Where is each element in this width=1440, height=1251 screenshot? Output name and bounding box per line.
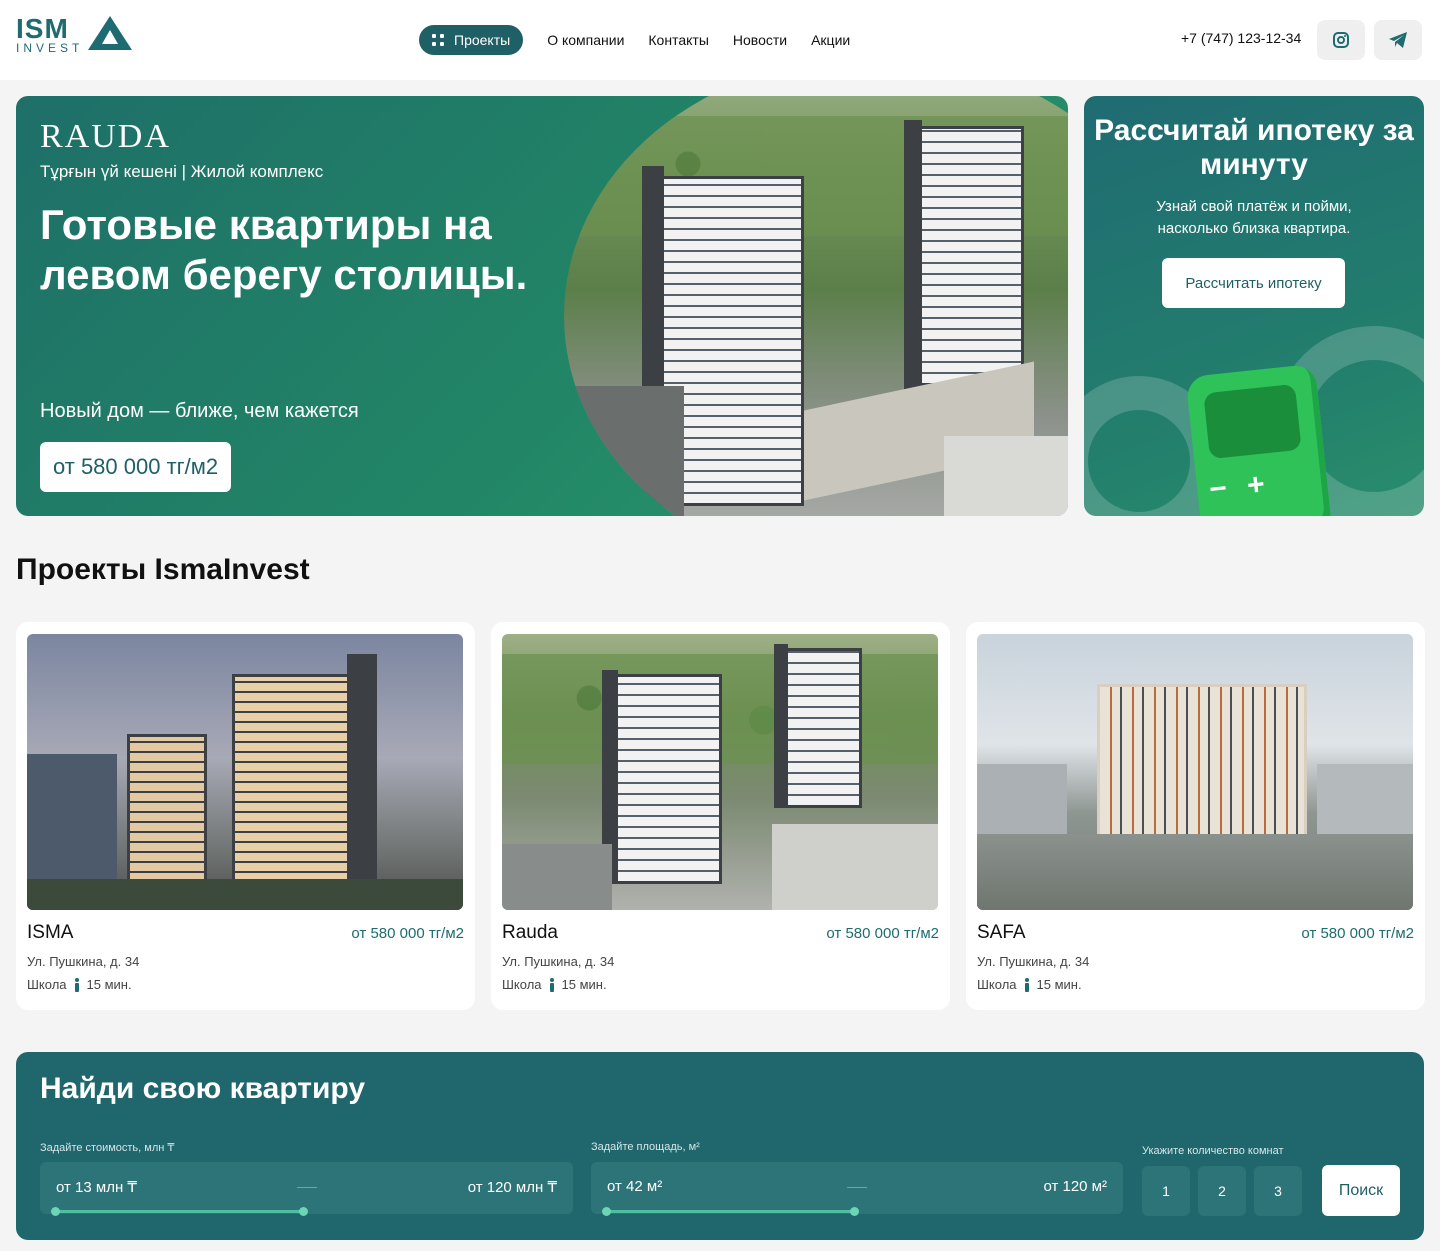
minus-key: −: [1207, 471, 1229, 507]
project-name: ISMA: [27, 922, 74, 943]
search-button[interactable]: Поиск: [1322, 1165, 1400, 1216]
project-school-distance: Школа 15 мин.: [27, 977, 132, 992]
mortgage-title: Рассчитай ипотеку за минуту: [1094, 114, 1414, 181]
nav-item-projects-label: Проекты: [454, 32, 511, 48]
logo[interactable]: ISM INVEST: [16, 15, 132, 56]
mortgage-description: Узнай свой платёж и пойми, насколько бли…: [1156, 198, 1352, 237]
walking-icon: [1023, 977, 1031, 992]
nav-item-projects[interactable]: Проекты: [419, 25, 524, 55]
hero-title: Готовые квартиры на левом берегу столицы…: [40, 201, 528, 298]
price-slider-max-handle[interactable]: [299, 1207, 308, 1216]
project-image: [977, 634, 1413, 910]
projects-section-title: Проекты IsmaInvest: [16, 553, 310, 586]
walk-time: 15 мин.: [1036, 977, 1082, 992]
phone-link[interactable]: +7 (747) 123-12-34: [1181, 30, 1301, 46]
school-label: Школа: [977, 977, 1017, 992]
calculator-icon: − +: [1185, 363, 1333, 516]
area-slider-min-handle[interactable]: [602, 1207, 611, 1216]
school-label: Школа: [27, 977, 67, 992]
area-slider-track: [606, 1210, 854, 1213]
hero-banner[interactable]: RAUDA Тұрғын үй кешені | Жилой комплекс …: [16, 96, 1068, 516]
range-separator: [847, 1187, 867, 1188]
area-slider-max-handle[interactable]: [850, 1207, 859, 1216]
plus-key: +: [1245, 467, 1267, 503]
hero-tagline: Новый дом — ближе, чем кажется: [40, 400, 359, 422]
header: ISM INVEST Проекты О компании Контакты Н…: [0, 0, 1440, 80]
apartment-finder: Найди свою квартиру Задайте стоимость, м…: [16, 1052, 1424, 1240]
nav-item-news[interactable]: Новости: [733, 32, 787, 48]
main-nav: Проекты О компании Контакты Новости Акци…: [419, 25, 850, 55]
finder-title: Найди свою квартиру: [40, 1072, 366, 1105]
project-address: Ул. Пушкина, д. 34: [27, 954, 140, 969]
price-filter-label: Задайте стоимость, млн ₸: [40, 1142, 175, 1154]
project-address: Ул. Пушкина, д. 34: [502, 954, 615, 969]
nav-item-promotions[interactable]: Акции: [811, 32, 850, 48]
telegram-icon: [1389, 32, 1407, 48]
price-slider-min-handle[interactable]: [51, 1207, 60, 1216]
mortgage-card: Рассчитай ипотеку за минуту Узнай свой п…: [1084, 96, 1424, 516]
project-image: [502, 634, 938, 910]
price-from: от 13 млн ₸: [56, 1179, 137, 1196]
price-slider-track: [55, 1210, 304, 1213]
hero-price-badge[interactable]: от 580 000 тг/м2: [40, 442, 232, 492]
area-to: от 120 м²: [1043, 1178, 1107, 1195]
walking-icon: [73, 977, 81, 992]
project-school-distance: Школа 15 мин.: [977, 977, 1082, 992]
project-address: Ул. Пушкина, д. 34: [977, 954, 1090, 969]
nav-item-about[interactable]: О компании: [547, 32, 624, 48]
range-separator: [297, 1187, 317, 1188]
hero-project-logo: RAUDA: [40, 118, 171, 155]
area-from: от 42 м²: [607, 1178, 663, 1195]
rooms-option-1[interactable]: 1: [1142, 1166, 1190, 1216]
hero-subtitle: Тұрғын үй кешені | Жилой комплекс: [40, 162, 324, 181]
area-range-slider[interactable]: от 42 м² от 120 м²: [591, 1162, 1123, 1214]
grid-icon: [432, 34, 444, 46]
price-range-slider[interactable]: от 13 млн ₸ от 120 млн ₸: [40, 1162, 573, 1214]
project-image: [27, 634, 463, 910]
price-to: от 120 млн ₸: [467, 1179, 557, 1196]
hero-building-image: [564, 96, 1068, 516]
project-card-rauda[interactable]: Rauda от 580 000 тг/м2 Ул. Пушкина, д. 3…: [491, 622, 950, 1010]
project-card-safa[interactable]: SAFA от 580 000 тг/м2 Ул. Пушкина, д. 34…: [966, 622, 1425, 1010]
project-price: от 580 000 тг/м2: [351, 925, 464, 942]
instagram-button[interactable]: [1317, 20, 1365, 60]
project-name: SAFA: [977, 922, 1026, 943]
rooms-option-2[interactable]: 2: [1198, 1166, 1246, 1216]
project-price: от 580 000 тг/м2: [826, 925, 939, 942]
school-label: Школа: [502, 977, 542, 992]
nav-item-contacts[interactable]: Контакты: [648, 32, 708, 48]
walking-icon: [548, 977, 556, 992]
calculate-mortgage-button[interactable]: Рассчитать ипотеку: [1162, 258, 1345, 308]
area-filter-label: Задайте площадь, м²: [591, 1141, 700, 1153]
logo-a-mark: [88, 16, 132, 50]
walk-time: 15 мин.: [86, 977, 132, 992]
project-card-isma[interactable]: ISMA от 580 000 тг/м2 Ул. Пушкина, д. 34…: [16, 622, 475, 1010]
project-name: Rauda: [502, 922, 558, 943]
telegram-button[interactable]: [1374, 20, 1422, 60]
instagram-icon: [1333, 32, 1349, 48]
project-price: от 580 000 тг/м2: [1301, 925, 1414, 942]
rooms-option-3[interactable]: 3: [1254, 1166, 1302, 1216]
rooms-filter-label: Укажите количество комнат: [1142, 1145, 1284, 1157]
walk-time: 15 мин.: [561, 977, 607, 992]
project-school-distance: Школа 15 мин.: [502, 977, 607, 992]
